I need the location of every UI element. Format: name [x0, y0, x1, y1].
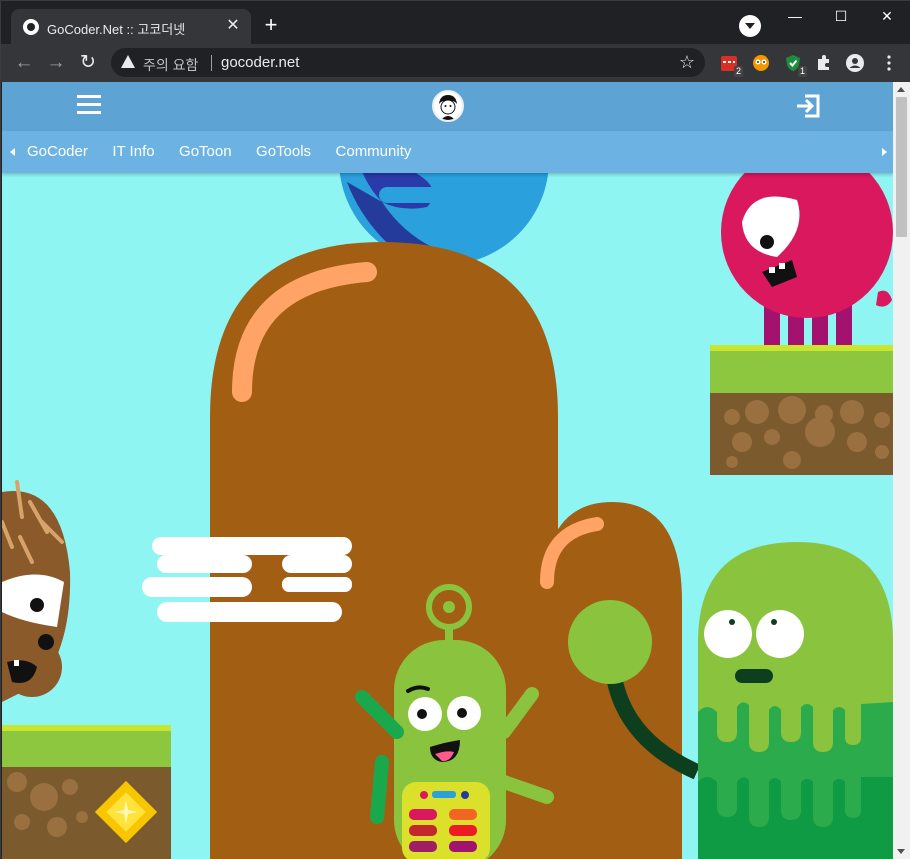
- page-scrollbar[interactable]: [893, 82, 910, 859]
- hero-illustration: [2, 82, 893, 859]
- scroll-down-icon[interactable]: [897, 849, 905, 854]
- browser-toolbar: ← → ↻ 주의 요함 gocoder.net ☆ 2 1: [1, 44, 910, 82]
- hedgehog-illustration: [2, 480, 71, 702]
- pink-monster-illustration: [721, 146, 893, 357]
- nav-item-gocoder[interactable]: GoCoder: [27, 143, 88, 160]
- puzzle-extensions-icon[interactable]: [814, 53, 834, 73]
- extension-badge: 1: [797, 66, 807, 77]
- site-nav-bar: GoCoder IT Info GoToon GoTools Community: [2, 131, 893, 173]
- warning-icon[interactable]: [121, 55, 135, 68]
- tab-search-icon[interactable]: [739, 15, 761, 37]
- address-bar[interactable]: 주의 요함 gocoder.net ☆: [111, 48, 705, 77]
- nav-item-gotools[interactable]: GoTools: [256, 143, 311, 160]
- site-favicon-icon: [23, 19, 39, 35]
- profile-avatar-icon[interactable]: [845, 53, 865, 73]
- url-text[interactable]: gocoder.net: [221, 54, 299, 71]
- site-header: [2, 82, 893, 131]
- grass-platform-right: [710, 345, 893, 475]
- face-extension-icon[interactable]: [751, 53, 771, 73]
- extension-badge: 2: [733, 66, 743, 77]
- scroll-up-icon[interactable]: [897, 87, 905, 92]
- nav-scroll-right-icon[interactable]: [882, 148, 887, 156]
- login-icon[interactable]: [795, 94, 821, 118]
- bookmark-star-icon[interactable]: ☆: [679, 52, 695, 73]
- active-tab[interactable]: GoCoder.Net :: 고코더넷 ✕: [11, 9, 251, 44]
- nav-item-community[interactable]: Community: [336, 143, 412, 160]
- browser-window: GoCoder.Net :: 고코더넷 ✕ + — ☐ ✕ ← → ↻ 주의 요…: [0, 0, 910, 859]
- forward-arrow-icon[interactable]: →: [43, 50, 69, 76]
- hamburger-menu-icon[interactable]: [77, 95, 101, 115]
- tab-title: GoCoder.Net :: 고코더넷: [47, 22, 186, 37]
- tab-close-icon[interactable]: ✕: [223, 16, 243, 36]
- nav-scroll-left-icon[interactable]: [10, 148, 15, 156]
- minimize-button[interactable]: —: [772, 1, 818, 33]
- shield-extension-icon[interactable]: 1: [783, 53, 807, 77]
- web-page: GoCoder IT Info GoToon GoTools Community: [2, 82, 893, 859]
- new-tab-button[interactable]: +: [259, 14, 283, 38]
- scrollbar-thumb[interactable]: [896, 97, 907, 237]
- cloud-illustration: [142, 537, 352, 622]
- maximize-button[interactable]: ☐: [818, 1, 864, 33]
- back-arrow-icon[interactable]: ←: [11, 50, 37, 76]
- address-divider: [211, 55, 212, 71]
- green-monster-illustration: [698, 542, 893, 859]
- nav-item-it-info[interactable]: IT Info: [112, 143, 154, 160]
- security-status[interactable]: 주의 요함: [143, 55, 198, 75]
- nav-items: GoCoder IT Info GoToon GoTools Community: [27, 143, 431, 161]
- calendar-extension-icon[interactable]: 2: [719, 53, 743, 77]
- tab-strip: GoCoder.Net :: 고코더넷 ✕ + — ☐ ✕: [1, 1, 910, 44]
- site-logo-avatar[interactable]: [432, 90, 464, 122]
- grass-platform-left: [2, 725, 171, 859]
- reload-icon[interactable]: ↻: [75, 50, 101, 76]
- close-window-button[interactable]: ✕: [864, 1, 910, 33]
- menu-dots-icon[interactable]: [879, 53, 899, 73]
- nav-item-gotoon[interactable]: GoToon: [179, 143, 232, 160]
